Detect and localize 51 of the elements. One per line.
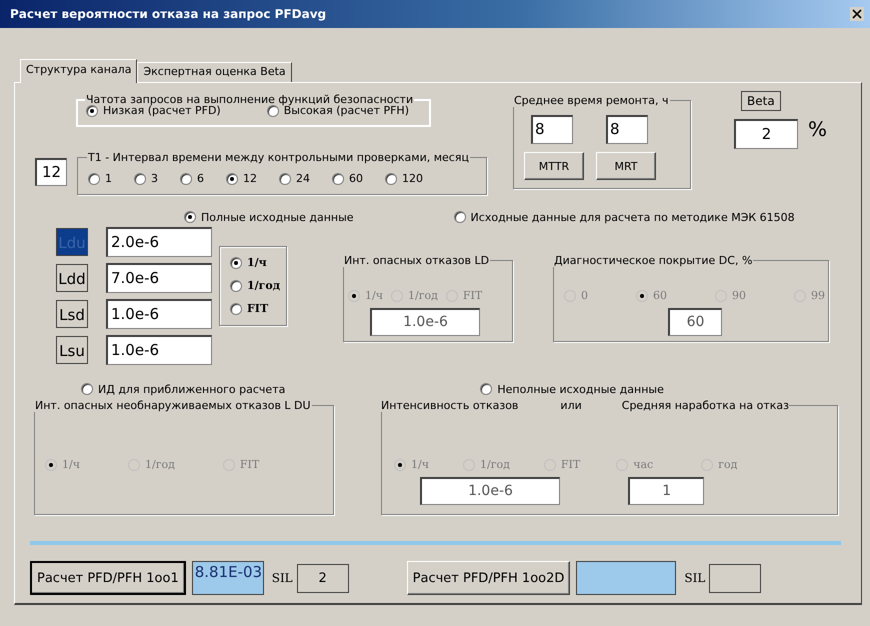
input-field[interactable]: 7.0e-6 [106,263,212,293]
group-title: Интенсивность отказов [381,399,518,412]
push-button[interactable]: MRT [596,152,656,180]
sil-label: SIL [272,571,293,585]
radio-option[interactable]: Исходные данные для расчета по методике МЭК 61508 [454,209,795,225]
sil-label: SIL [684,571,706,585]
input-field[interactable]: 1.0e-6 [106,335,212,365]
radio-option[interactable]: ИД для приближенного расчета [81,381,286,397]
result-field: 8.81E-03 [192,561,264,595]
radio-option[interactable]: Высокая (расчет PFH) [266,104,409,117]
group-title: Среднее время ремонта, ч [513,94,670,107]
group-title: Инт. опасных необнаруживаемых отказов L DU [34,399,312,412]
radio-option[interactable]: 1/год [230,279,286,292]
radio-option[interactable]: 60 [332,172,363,185]
push-button[interactable]: MTTR [524,152,584,180]
rate-label[interactable]: Lsu [56,336,88,364]
group-title: Средняя наработка на отказ [622,399,789,412]
group-title: Диагностическое покрытие DC, % [553,254,754,267]
radio-option[interactable]: 3 [134,172,158,185]
radio-option[interactable]: FIT [230,302,286,315]
group-title: Инт. опасных отказов LD [343,254,490,267]
sil-field: 2 [296,564,349,592]
calculate-button[interactable]: Расчет PFD/PFH 1oo1 [30,561,186,595]
sil-field [709,564,762,592]
unit-label: % [808,117,828,141]
radio-option[interactable]: 6 [180,172,204,185]
or-label: или [560,399,582,412]
radio-option[interactable]: 120 [385,172,423,185]
radio-option[interactable]: Неполные исходные данные [480,381,664,397]
tab[interactable]: Экспертная оценка Beta [137,62,292,82]
radio-option[interactable]: 24 [279,172,310,185]
radio-option[interactable]: Низкая (расчет PFD) [86,104,221,117]
input-field[interactable]: 8 [606,115,648,144]
radio-option[interactable]: 1 [88,172,112,185]
input-field[interactable]: 1.0e-6 [106,299,212,329]
input-field[interactable]: 8 [531,115,573,144]
input-field[interactable]: 2 [734,119,798,149]
close-icon[interactable] [850,7,864,21]
input-field[interactable]: 12 [35,158,67,186]
input-field[interactable]: 2.0e-6 [106,227,212,257]
calculate-button[interactable]: Расчет PFD/PFH 1oo2D [406,561,570,595]
window-title: Расчет вероятности отказа на запрос PFDavg [10,7,326,21]
radio-option[interactable]: Полные исходные данные [184,209,354,225]
tab[interactable]: Структура канала [20,59,138,83]
radio-option[interactable]: 1/ч [230,256,286,269]
rate-label[interactable]: Ldd [56,264,88,292]
beta-label: Beta [741,91,781,111]
group-title: T1 - Интервал времени между контрольными проверками, месяц [87,151,470,164]
rate-label[interactable]: Lsd [56,300,88,328]
group-title: Чатота запросов на выполнение функций безопасности [85,93,414,106]
radio-option[interactable]: 12 [226,172,257,185]
